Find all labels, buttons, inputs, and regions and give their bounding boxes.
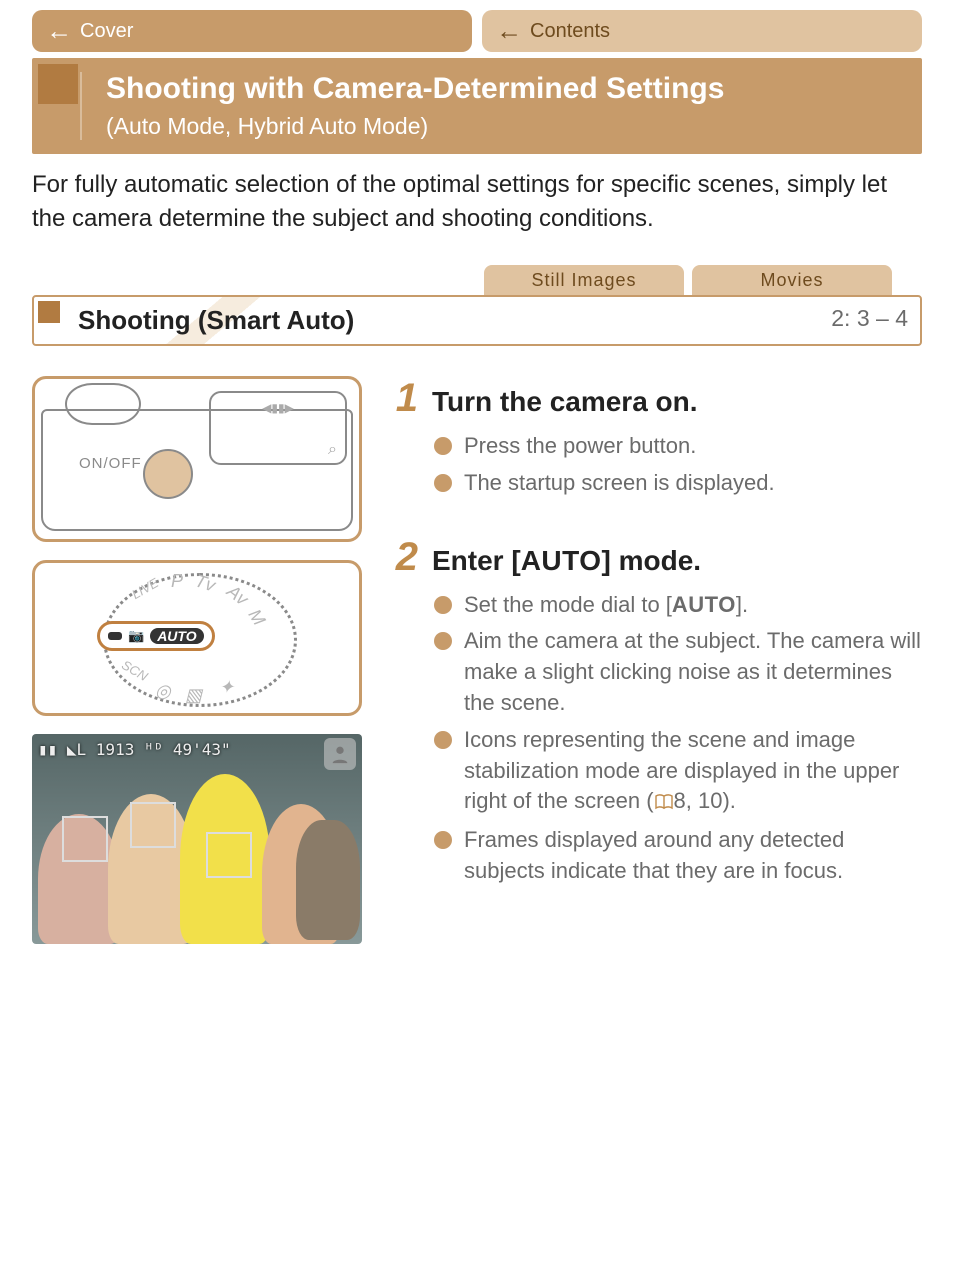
bullet: Set the mode dial to [AUTO]. <box>434 590 922 621</box>
breadcrumb: ← Cover ← Contents <box>32 6 922 52</box>
onoff-label: ON/OFF <box>79 455 142 472</box>
focus-frame-icon <box>206 832 252 878</box>
bullet-icon <box>434 731 452 749</box>
breadcrumb-cover[interactable]: ← Cover <box>32 10 472 52</box>
breadcrumb-contents[interactable]: ← Contents <box>482 10 922 52</box>
sub-heading: Shooting (Smart Auto) 2: 3 – 4 <box>32 295 922 346</box>
bullet-icon <box>434 437 452 455</box>
person-icon <box>329 743 351 765</box>
step-1: 1 Turn the camera on. Press the power bu… <box>386 376 922 499</box>
breadcrumb-contents-label: Contents <box>530 20 610 43</box>
step-2: 2 Enter [AUTO] mode. Set the mode dial t… <box>386 535 922 887</box>
bullet-icon <box>434 632 452 650</box>
camera-icon: 📷 <box>128 628 144 644</box>
arrow-left-icon: ← <box>46 16 72 47</box>
bullet: Icons representing the scene and image s… <box>434 725 922 819</box>
focus-frame-icon <box>62 816 108 862</box>
book-icon <box>654 788 674 819</box>
illustration-power-button: ⌕ ON/OFF <box>32 376 362 542</box>
bullet-icon <box>434 474 452 492</box>
bullet-icon <box>434 596 452 614</box>
illustration-column: ⌕ ON/OFF P Tv Av M LIVE SCN ◎ ▧ ✦ 📷 AUTO <box>32 376 362 944</box>
power-button-highlight <box>143 449 193 499</box>
arrow-left-icon: ← <box>496 16 522 47</box>
scene-icon-indicator <box>324 738 356 770</box>
step-number: 1 <box>386 376 418 421</box>
zoom-lever-icon: ⌕ <box>209 391 347 465</box>
focus-frame-icon <box>130 802 176 848</box>
auto-chip: AUTO <box>150 628 203 644</box>
bullet: The startup screen is displayed. <box>434 468 922 499</box>
tab-movies: Movies <box>692 265 892 295</box>
main-heading: Shooting with Camera-Determined Settings… <box>32 58 922 154</box>
illustration-lcd-screenshot: ▮▮ ◣L 1913 ᴴᴰ 49'43" <box>32 734 362 944</box>
bullet: Aim the camera at the subject. The camer… <box>434 626 922 718</box>
sub-heading-title: Shooting (Smart Auto) <box>78 305 354 335</box>
bullet-icon <box>434 831 452 849</box>
osd-text: ▮▮ ◣L 1913 ᴴᴰ 49'43" <box>38 740 231 759</box>
mode-dial-auto-highlight: 📷 AUTO <box>97 621 215 651</box>
intro-paragraph: For fully automatic selection of the opt… <box>32 168 922 238</box>
bullet: Press the power button. <box>434 431 922 462</box>
step-title: Enter [AUTO] mode. <box>432 545 701 577</box>
main-heading-title: Shooting with Camera-Determined Settings <box>106 72 902 107</box>
step-number: 2 <box>386 535 418 580</box>
mode-tabs: Still Images Movies <box>32 265 922 295</box>
main-heading-subtitle: (Auto Mode, Hybrid Auto Mode) <box>106 113 902 140</box>
tab-still-images: Still Images <box>484 265 684 295</box>
bullet: Frames displayed around any detected sub… <box>434 825 922 887</box>
breadcrumb-cover-label: Cover <box>80 20 133 43</box>
step-title: Turn the camera on. <box>432 386 698 418</box>
illustration-mode-dial: P Tv Av M LIVE SCN ◎ ▧ ✦ 📷 AUTO <box>32 560 362 716</box>
sub-heading-xref: 2: 3 – 4 <box>831 305 908 332</box>
steps-column: 1 Turn the camera on. Press the power bu… <box>386 376 922 944</box>
